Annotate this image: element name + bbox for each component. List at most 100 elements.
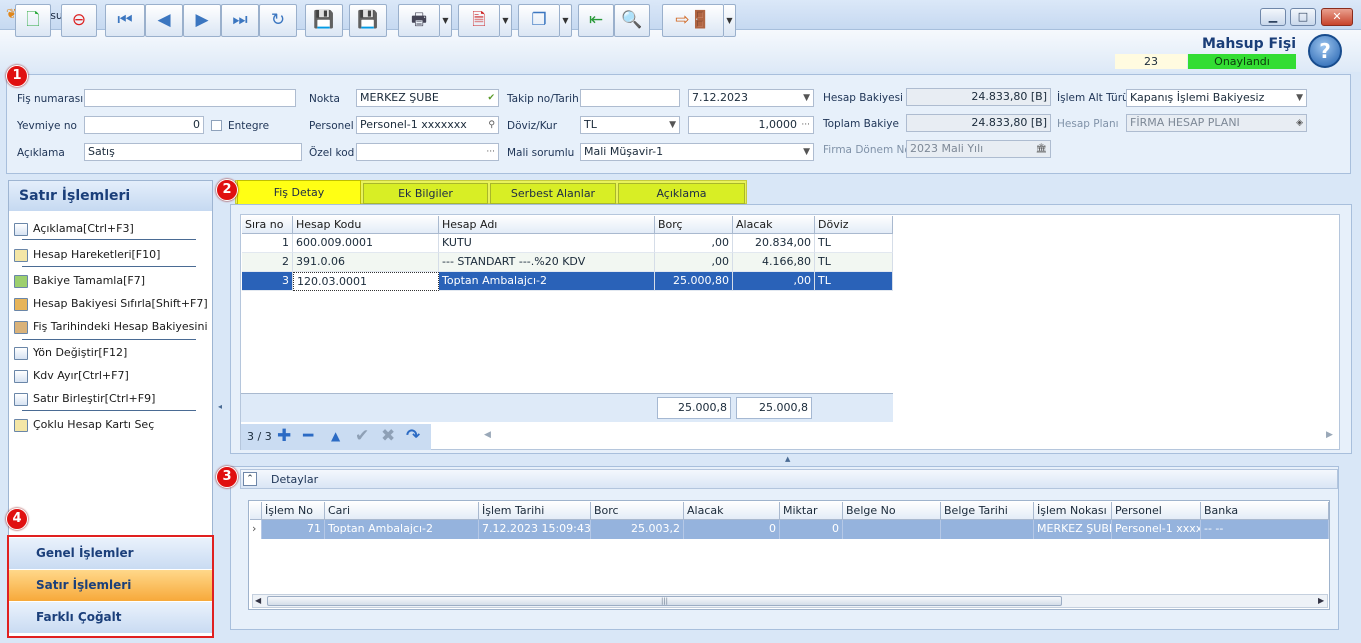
exit-button[interactable]: ⇨🚪 [662, 4, 724, 37]
col-alacak[interactable]: Alacak [733, 216, 815, 234]
append-row-icon[interactable]: ✚ [277, 426, 291, 446]
dcell-banka[interactable]: -- -- [1201, 520, 1329, 539]
cell-hesap-adi[interactable]: --- STANDART ---.%20 KDV [439, 253, 655, 272]
import-button[interactable]: ⇤ [578, 4, 614, 37]
previous-record-button[interactable]: ◀ [145, 4, 183, 37]
action-hesap-hareketleri[interactable]: Hesap Hareketleri[F10] [14, 248, 210, 262]
cell-sira[interactable]: 3 [242, 272, 293, 291]
dcol-banka[interactable]: Banka [1201, 502, 1329, 520]
dcol-miktar[interactable]: Miktar [780, 502, 843, 520]
dcell-cari[interactable]: Toptan Ambalajcı-2 [325, 520, 479, 539]
scroll-left-icon[interactable]: ◀ [484, 430, 491, 440]
cell-borc[interactable]: 25.000,80 [655, 272, 733, 291]
dcell-islem-noktasi[interactable]: MERKEZ ŞUBE [1034, 520, 1112, 539]
personel-input[interactable]: Personel-1 xxxxxxx ⚲ [356, 116, 499, 134]
dcell-alacak[interactable]: 0 [684, 520, 780, 539]
cell-alacak[interactable]: 20.834,00 [733, 234, 815, 253]
mali-sorumlu-select[interactable]: Mali Müşavir-1 ▼ [580, 143, 814, 161]
ellipsis-icon[interactable]: ··· [801, 117, 810, 133]
refresh-rows-icon[interactable]: ↷ [406, 426, 420, 446]
last-record-button[interactable]: ⏭ [221, 4, 259, 37]
dcell-islem-no[interactable]: 71 [262, 520, 325, 539]
takip-no-input[interactable] [580, 89, 680, 107]
fis-numarasi-input[interactable] [84, 89, 296, 107]
tab-ek-bilgiler[interactable]: Ek Bilgiler [363, 183, 488, 204]
action-kdv-ayir[interactable]: Kdv Ayır[Ctrl+F7] [14, 369, 210, 383]
scroll-left-icon[interactable]: ◀ [255, 596, 261, 605]
cell-doviz[interactable]: TL [815, 234, 893, 253]
cell-hesap-kodu[interactable]: 600.009.0001 [293, 234, 439, 253]
export-dropdown-icon[interactable]: ▼ [500, 4, 512, 37]
entegre-checkbox[interactable] [211, 120, 222, 131]
confirm-icon[interactable]: ✔ [355, 426, 369, 446]
aciklama-input[interactable]: Satış [84, 143, 302, 161]
kur-input[interactable]: 1,0000 ··· [688, 116, 814, 134]
cell-alacak[interactable]: 4.166,80 [733, 253, 815, 272]
action-bakiye-sifirla[interactable]: Hesap Bakiyesi Sıfırla[Shift+F7] [14, 297, 210, 311]
action-aciklama[interactable]: Açıklama[Ctrl+F3] [14, 222, 210, 236]
action-bakiye-tamamla[interactable]: Bakiye Tamamla[F7] [14, 274, 210, 288]
cell-hesap-adi[interactable]: Toptan Ambalajcı-2 [439, 272, 655, 291]
ellipsis-icon[interactable]: ··· [486, 144, 495, 160]
chevron-down-icon[interactable]: ▼ [803, 90, 810, 106]
refresh-button[interactable]: ↻ [259, 4, 297, 37]
islem-alt-turu-select[interactable]: Kapanış İşlemi Bakiyesiz ▼ [1126, 89, 1307, 107]
print-button[interactable]: 🖶 [398, 4, 440, 37]
action-coklu-hesap[interactable]: Çoklu Hesap Kartı Seç [14, 418, 210, 432]
cell-doviz[interactable]: TL [815, 253, 893, 272]
move-up-icon[interactable]: ▲ [331, 426, 340, 446]
takip-date-input[interactable]: 7.12.2023 ▼ [688, 89, 814, 107]
grid-horizontal-scrollbar[interactable] [478, 428, 1340, 446]
first-record-button[interactable]: ⏮ [105, 4, 145, 37]
cell-borc[interactable]: ,00 [655, 253, 733, 272]
scroll-right-icon[interactable]: ▶ [1326, 430, 1333, 440]
export-pdf-button[interactable]: 🗎 [458, 4, 500, 37]
save-button[interactable]: 💾 [305, 4, 343, 37]
new-record-button[interactable]: 🗋 [15, 4, 51, 37]
save-close-button[interactable]: 💾 [349, 4, 387, 37]
cell-alacak[interactable]: ,00 [733, 272, 815, 291]
nokta-input[interactable]: MERKEZ ŞUBE ✔ [356, 89, 499, 107]
cell-hesap-kodu-focused[interactable]: 120.03.0001 [293, 272, 439, 291]
col-borc[interactable]: Borç [655, 216, 733, 234]
chevron-down-icon[interactable]: ▼ [669, 117, 676, 133]
minimize-button[interactable]: ▁ [1260, 8, 1286, 26]
print-dropdown-icon[interactable]: ▼ [440, 4, 452, 37]
tools-button[interactable]: 🔍 [614, 4, 650, 37]
dcol-belge-tarihi[interactable]: Belge Tarihi [941, 502, 1034, 520]
dcol-borc[interactable]: Borc [591, 502, 684, 520]
next-record-button[interactable]: ▶ [183, 4, 221, 37]
chevron-down-icon[interactable]: ▼ [1296, 90, 1303, 106]
chevron-down-icon[interactable]: ▼ [803, 144, 810, 160]
dcell-borc[interactable]: 25.003,2 [591, 520, 684, 539]
dcol-alacak[interactable]: Alacak [684, 502, 780, 520]
delete-record-button[interactable]: ⊖ [61, 4, 97, 37]
cancel-icon[interactable]: ✖ [381, 426, 395, 446]
col-doviz[interactable]: Döviz [815, 216, 893, 234]
dcell-personel[interactable]: Personel-1 xxxxx [1112, 520, 1201, 539]
tab-serbest-alanlar[interactable]: Serbest Alanlar [490, 183, 616, 204]
collapse-left-icon[interactable]: ◂ [218, 402, 222, 411]
dcell-miktar[interactable]: 0 [780, 520, 843, 539]
maximize-button[interactable]: □ [1290, 8, 1316, 26]
copy-dropdown-icon[interactable]: ▼ [560, 4, 572, 37]
col-sira-no[interactable]: Sıra no [242, 216, 293, 234]
cell-doviz[interactable]: TL [815, 272, 893, 291]
dcol-islem-tarihi[interactable]: İşlem Tarihi [479, 502, 591, 520]
dcell-belge-no[interactable] [843, 520, 941, 539]
copy-button[interactable]: ❐ [518, 4, 560, 37]
exit-dropdown-icon[interactable]: ▼ [724, 4, 736, 37]
dcol-cari[interactable]: Cari [325, 502, 479, 520]
action-fis-tarih-bakiye[interactable]: Fiş Tarihindeki Hesap Bakiyesini ... [14, 320, 210, 334]
cell-sira[interactable]: 1 [242, 234, 293, 253]
doviz-select[interactable]: TL ▼ [580, 116, 680, 134]
help-button[interactable]: ? [1308, 34, 1342, 68]
cell-hesap-kodu[interactable]: 391.0.06 [293, 253, 439, 272]
cell-hesap-adi[interactable]: KUTU [439, 234, 655, 253]
action-yon-degistir[interactable]: Yön Değiştir[F12] [14, 346, 210, 360]
dcol-islem-no[interactable]: İşlem No [262, 502, 325, 520]
tab-aciklama[interactable]: Açıklama [618, 183, 745, 204]
yevmiye-no-input[interactable]: 0 [84, 116, 204, 134]
scroll-right-icon[interactable]: ▶ [1318, 596, 1324, 605]
dcell-islem-tarihi[interactable]: 7.12.2023 15:09:43 [479, 520, 591, 539]
